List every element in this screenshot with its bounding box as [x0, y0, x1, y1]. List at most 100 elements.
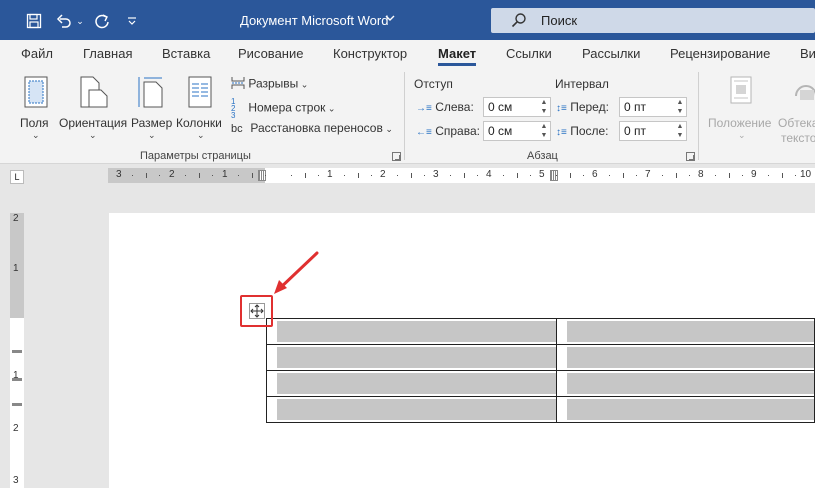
chevron-down-icon: ⌄ — [89, 130, 97, 140]
chevron-down-icon: ⌄ — [382, 124, 393, 134]
ruler-tick — [794, 175, 796, 176]
row-marker[interactable] — [12, 378, 22, 381]
tab-review[interactable]: Рецензирование — [670, 46, 770, 61]
tab-mailings[interactable]: Рассылки — [582, 46, 640, 61]
indent-left-text: Слева: — [435, 100, 474, 114]
chevron-down-icon[interactable] — [385, 13, 395, 25]
tab-home[interactable]: Главная — [83, 46, 132, 61]
search-box[interactable]: Поиск — [491, 8, 815, 33]
tab-view[interactable]: Ви — [800, 46, 815, 61]
spacing-before-icon: ↕≡ — [556, 103, 567, 114]
ruler-tick — [569, 173, 571, 178]
ruler-tick — [185, 175, 187, 176]
position-label: Положение — [708, 116, 772, 130]
orientation-button[interactable]: Ориентация ⌄ — [59, 74, 127, 146]
tab-references[interactable]: Ссылки — [506, 46, 552, 61]
ruler-tick — [357, 173, 359, 178]
horizontal-ruler[interactable]: 3 2 1 1 2 3 4 5 6 7 8 9 10 — [108, 168, 815, 183]
undo-icon[interactable] — [54, 10, 74, 32]
vertical-ruler[interactable]: 2 1 1 2 3 — [10, 213, 24, 488]
ruler-tick — [344, 175, 346, 176]
indent-right-input[interactable]: 0 см ▲ ▼ — [483, 121, 551, 141]
ruler-number: 10 — [800, 169, 812, 180]
ruler-number: 3 — [116, 169, 122, 180]
size-icon — [136, 76, 164, 111]
wrap-text-icon — [794, 82, 815, 105]
ruler-tick — [145, 173, 147, 178]
tab-layout[interactable]: Макет — [438, 46, 477, 66]
spacing-before-input[interactable]: 0 пт ▲ ▼ — [619, 97, 687, 117]
spacing-after-input[interactable]: 0 пт ▲ ▼ — [619, 121, 687, 141]
table-cell[interactable] — [556, 318, 815, 345]
spinner-arrows-icon[interactable]: ▲ ▼ — [675, 98, 685, 116]
ruler-tick — [728, 173, 730, 178]
spacing-before-value: 0 пт — [624, 100, 647, 114]
indent-left-input[interactable]: 0 см ▲ ▼ — [483, 97, 551, 117]
ruler-tick — [688, 175, 690, 176]
table-cell[interactable] — [266, 318, 557, 345]
line-numbers-icon: 123 — [231, 97, 236, 120]
hyphenation-label: Расстановка переносов — [250, 121, 383, 135]
size-button[interactable]: Размер ⌄ — [130, 74, 174, 146]
columns-label: Колонки — [176, 116, 222, 130]
ruler-tick — [556, 175, 558, 176]
cell-content — [277, 321, 556, 342]
document-table[interactable] — [266, 318, 815, 423]
tab-insert[interactable]: Вставка — [162, 46, 210, 61]
breaks-button[interactable]: Разрывы ⌄ — [231, 76, 308, 93]
page-setup-launcher-icon[interactable] — [392, 152, 401, 161]
columns-button[interactable]: Колонки ⌄ — [176, 74, 226, 146]
document-title[interactable]: Документ Microsoft Word — [240, 13, 388, 28]
save-icon[interactable] — [22, 10, 46, 32]
spinner-arrows-icon[interactable]: ▲ ▼ — [539, 122, 549, 140]
table-row — [266, 396, 815, 423]
ruler-tick — [317, 175, 319, 176]
table-cell[interactable] — [266, 396, 557, 423]
margins-button[interactable]: Поля ⌄ — [18, 74, 54, 146]
ruler-number: 1 — [222, 169, 228, 180]
cell-content — [567, 321, 814, 342]
position-button[interactable]: Положение ⌄ — [705, 74, 777, 146]
row-marker[interactable] — [12, 350, 22, 353]
line-numbers-button[interactable]: 123 Номера строк ⌄ — [231, 97, 335, 120]
ruler-tick — [450, 175, 452, 176]
tab-design[interactable]: Конструктор — [333, 46, 407, 61]
ruler-tick — [609, 175, 611, 176]
tab-selector-button[interactable]: L — [10, 170, 24, 184]
size-label: Размер — [131, 116, 173, 130]
row-marker[interactable] — [12, 403, 22, 406]
ruler-tick — [662, 175, 664, 176]
spinner-arrows-icon[interactable]: ▲ ▼ — [675, 122, 685, 140]
table-cell[interactable] — [556, 370, 815, 397]
ruler-tick — [463, 173, 465, 178]
divider — [698, 72, 699, 160]
spacing-title: Интервал — [555, 77, 609, 91]
ruler-tick — [781, 173, 783, 178]
tab-file[interactable]: Файл — [21, 46, 53, 61]
ruler-tick — [304, 173, 306, 178]
spinner-arrows-icon[interactable]: ▲ ▼ — [539, 98, 549, 116]
paragraph-launcher-icon[interactable] — [686, 152, 695, 161]
ruler-tick — [211, 175, 213, 176]
chevron-down-icon: ⌄ — [298, 79, 309, 90]
table-cell[interactable] — [556, 396, 815, 423]
indent-right-value: 0 см — [488, 124, 513, 138]
customize-toolbar-icon[interactable] — [124, 10, 140, 32]
wrap-text-button[interactable]: Обтека тексто — [778, 74, 815, 146]
table-cell[interactable] — [266, 370, 557, 397]
table-cell[interactable] — [556, 344, 815, 371]
indent-right-text: Справа: — [435, 124, 480, 138]
paragraph-group-label: Абзац — [527, 150, 558, 162]
margins-icon — [24, 76, 48, 111]
tab-draw[interactable]: Рисование — [238, 46, 303, 61]
ruler-tick — [715, 175, 717, 176]
indent-title: Отступ — [414, 77, 453, 91]
indent-left-icon: →≡ — [416, 103, 432, 114]
ruler-number: 7 — [645, 169, 651, 180]
search-placeholder: Поиск — [541, 13, 578, 28]
undo-dropdown-icon[interactable]: ⌄ — [74, 10, 86, 32]
hyphenation-button[interactable]: bc Расстановка переносов ⌄ — [231, 121, 393, 135]
highlight-box — [240, 295, 273, 327]
redo-icon[interactable] — [92, 10, 112, 32]
table-cell[interactable] — [266, 344, 557, 371]
